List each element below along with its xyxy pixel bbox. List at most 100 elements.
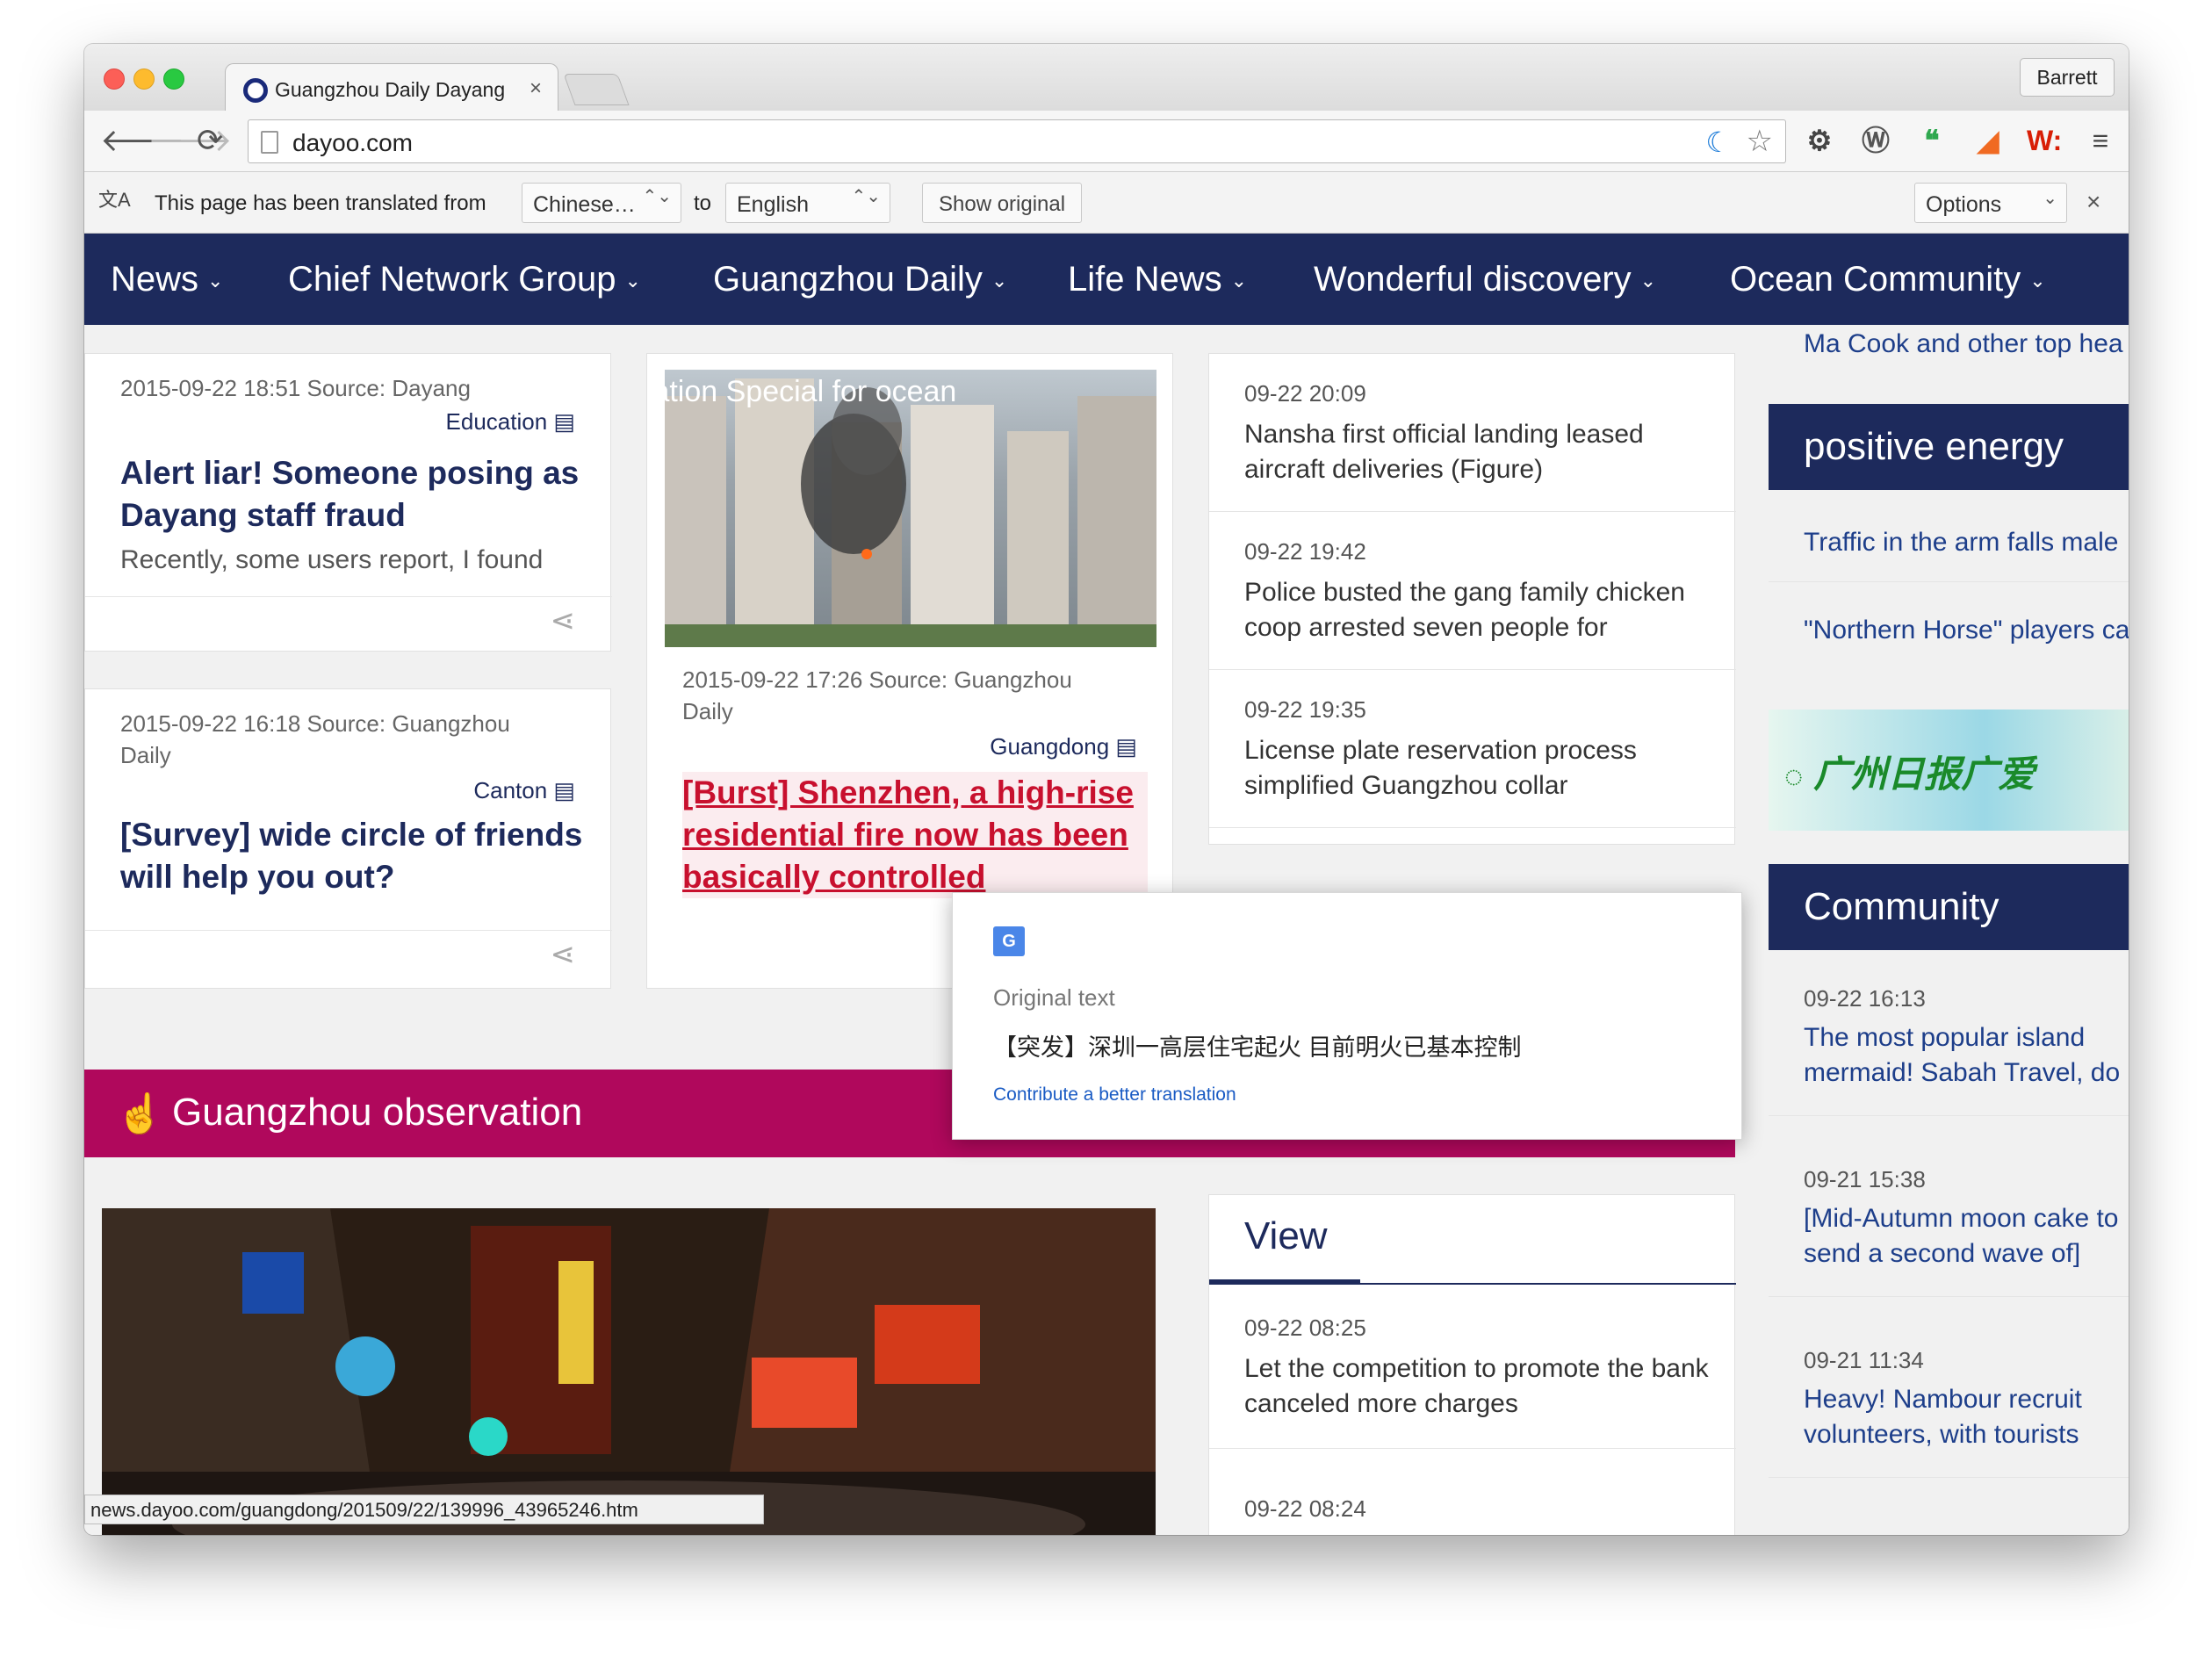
contribute-translation-link[interactable]: Contribute a better translation bbox=[993, 1084, 1236, 1106]
category-tag[interactable]: Education ▤ bbox=[446, 408, 575, 436]
zoom-window-button[interactable] bbox=[163, 68, 184, 90]
tab-close-icon[interactable]: × bbox=[530, 76, 542, 101]
nav-item-life-news[interactable]: Life News ⌄ bbox=[1068, 260, 1247, 299]
translate-infobar: 文A This page has been translated from Ch… bbox=[84, 172, 2129, 234]
weibo-w-icon[interactable]: W: bbox=[2027, 123, 2062, 158]
fire-building-photo[interactable]: station Special for ocean bbox=[665, 370, 1156, 647]
close-window-button[interactable] bbox=[104, 68, 125, 90]
title-bar: Guangzhou Daily Dayang × Barrett bbox=[84, 44, 2129, 114]
view-item-headline[interactable]: Let the competition to promote the bank … bbox=[1244, 1351, 1718, 1422]
item-time: 09-22 19:35 bbox=[1244, 696, 1366, 723]
chevron-down-icon: ⌄ bbox=[1639, 270, 1657, 292]
show-original-button[interactable]: Show original bbox=[922, 183, 1083, 223]
article-meta-source: Daily bbox=[120, 742, 171, 768]
category-tag[interactable]: Guangdong ▤ bbox=[990, 733, 1137, 760]
nav-item-label: Guangzhou Daily bbox=[713, 260, 983, 299]
category-label: Education bbox=[445, 408, 548, 435]
chevron-down-icon: ⌄ bbox=[1230, 270, 1248, 292]
guangzhou-daily-banner[interactable]: ◌ 广州日报广爱 bbox=[1769, 710, 2129, 831]
nav-item-label: Ocean Community bbox=[1730, 260, 2021, 299]
profile-button[interactable]: Barrett bbox=[2020, 58, 2115, 97]
reload-icon[interactable]: ⟳ bbox=[197, 121, 223, 160]
chevron-down-icon: ⌄ bbox=[991, 270, 1008, 292]
nav-item-wonderful-discovery[interactable]: Wonderful discovery ⌄ bbox=[1314, 260, 1656, 299]
nav-item-chief-network-group[interactable]: Chief Network Group ⌄ bbox=[288, 260, 641, 299]
article-headline[interactable]: Alert liar! Someone posing as Dayang sta… bbox=[120, 452, 586, 537]
community-link[interactable]: The most popular island mermaid! Sabah T… bbox=[1804, 1020, 2129, 1091]
hangouts-icon[interactable]: ❝ bbox=[1914, 123, 1949, 158]
article-headline[interactable]: [Survey] wide circle of friends will hel… bbox=[120, 814, 586, 898]
chevron-down-icon: ⌄ bbox=[2029, 270, 2046, 292]
translation-popup: G Original text 【突发】深圳一高层住宅起火 目前明火已基本控制 … bbox=[952, 892, 1742, 1140]
close-translate-bar-icon[interactable]: × bbox=[2086, 188, 2100, 216]
community-link[interactable]: Heavy! Nambour recruit volunteers, with … bbox=[1804, 1382, 2129, 1452]
chart-icon[interactable]: ◢ bbox=[1971, 123, 2006, 158]
address-bar[interactable]: dayoo.com ☾ ☆ bbox=[248, 119, 1786, 163]
site-navigation: News ⌄ Chief Network Group ⌄ Guangzhou Daily… bbox=[84, 234, 2129, 325]
street-photo[interactable] bbox=[102, 1208, 1156, 1535]
article-headline-hovered[interactable]: [Burst] Shenzhen, a high-rise residentia… bbox=[682, 772, 1148, 898]
view-item-headline[interactable]: Let violence become afraid to touch bbox=[1244, 1532, 1718, 1535]
options-select[interactable]: Options ⌄ bbox=[1914, 183, 2067, 223]
hand-pointer-icon: ☝ bbox=[116, 1092, 164, 1135]
source-language-select[interactable]: Chinese… ⌃⌄ bbox=[522, 183, 681, 223]
list-item[interactable]: 09-22 20:09 Nansha first official landing… bbox=[1209, 354, 1736, 512]
nav-item-guangzhou-daily[interactable]: Guangzhou Daily ⌄ bbox=[713, 260, 1007, 299]
right-column-cutoff-link[interactable]: Ma Cook and other top hea bbox=[1804, 327, 2123, 362]
status-bar-url: news.dayoo.com/guangdong/201509/22/13999… bbox=[84, 1495, 764, 1524]
photo-overlay-caption: station Special for ocean bbox=[665, 375, 957, 408]
item-time: 09-22 19:42 bbox=[1244, 538, 1366, 565]
section-title: Guangzhou observation bbox=[172, 1091, 583, 1134]
list-item[interactable]: 09-22 19:42 Police busted the gang family… bbox=[1209, 512, 1736, 670]
nav-item-news[interactable]: News ⌄ bbox=[111, 260, 223, 299]
view-underline-active bbox=[1209, 1279, 1360, 1285]
section-header-positive-energy[interactable]: positive energy bbox=[1769, 404, 2129, 490]
divider bbox=[1209, 1448, 1736, 1449]
article-meta-source: Daily bbox=[682, 698, 733, 724]
divider bbox=[1769, 1115, 2129, 1116]
translate-icon: 文A bbox=[98, 189, 131, 211]
article-card[interactable]: 2015-09-22 18:51 Source: Dayang Educatio… bbox=[84, 353, 612, 652]
news-list: 09-22 20:09 Nansha first official landing… bbox=[1208, 353, 1736, 845]
google-translate-icon: G bbox=[993, 926, 1025, 956]
chevron-down-icon: ⌄ bbox=[624, 270, 641, 292]
item-headline[interactable]: License plate reservation process simpli… bbox=[1244, 733, 1718, 803]
share-icon[interactable]: ⋖ bbox=[551, 603, 576, 638]
gear-icon[interactable]: ⚙ bbox=[1802, 123, 1837, 158]
section-header-community[interactable]: Community bbox=[1769, 864, 2129, 950]
divider bbox=[1209, 827, 1736, 828]
item-time: 09-22 08:24 bbox=[1244, 1495, 1366, 1522]
minimize-window-button[interactable] bbox=[133, 68, 155, 90]
browser-tab[interactable]: Guangzhou Daily Dayang × bbox=[225, 63, 558, 114]
menu-icon[interactable]: ≡ bbox=[2083, 123, 2118, 158]
sidebar-link[interactable]: "Northern Horse" players ca bbox=[1804, 613, 2129, 648]
community-link[interactable]: [Mid-Autumn moon cake to send a second w… bbox=[1804, 1201, 2129, 1271]
item-headline[interactable]: Nansha first official landing leased air… bbox=[1244, 417, 1718, 487]
article-card[interactable]: 2015-09-22 16:18 Source: Guangzhou Daily… bbox=[84, 688, 612, 989]
select-arrows-icon: ⌃⌄ bbox=[851, 187, 881, 206]
nav-item-ocean-community[interactable]: Ocean Community ⌄ bbox=[1730, 260, 2046, 299]
chevron-down-icon: ⌄ bbox=[207, 270, 224, 292]
article-meta: 2015-09-22 18:51 Source: Dayang bbox=[120, 375, 471, 401]
category-label: Canton bbox=[473, 777, 548, 803]
sidebar-link[interactable]: Traffic in the arm falls male bbox=[1804, 525, 2118, 560]
banner-text: ◌ 广州日报广爱 bbox=[1784, 745, 2035, 798]
original-text: 【突发】深圳一高层住宅起火 目前明火已基本控制 bbox=[993, 1034, 1522, 1061]
item-headline[interactable]: Police busted the gang family chicken co… bbox=[1244, 575, 1718, 645]
photo-illustration bbox=[102, 1208, 1156, 1535]
bookmark-star-icon[interactable]: ☆ bbox=[1747, 124, 1773, 159]
category-tag[interactable]: Canton ▤ bbox=[473, 777, 575, 804]
moon-extension-icon[interactable]: ☾ bbox=[1705, 126, 1731, 159]
list-item[interactable]: 09-22 19:35 License plate reservation pro… bbox=[1209, 670, 1736, 828]
new-tab-button[interactable] bbox=[563, 74, 630, 105]
source-language-value: Chinese… bbox=[533, 192, 636, 217]
w-circle-icon[interactable]: Ⓦ bbox=[1858, 123, 1893, 158]
target-language-select[interactable]: English ⌃⌄ bbox=[725, 183, 890, 223]
url-text[interactable]: dayoo.com bbox=[292, 129, 413, 157]
item-time: 09-21 11:34 bbox=[1804, 1347, 1924, 1373]
share-icon[interactable]: ⋖ bbox=[551, 937, 576, 972]
divider bbox=[1769, 1477, 2129, 1478]
original-text-label: Original text bbox=[993, 984, 1115, 1011]
item-time: 09-22 16:13 bbox=[1804, 985, 1926, 1012]
divider bbox=[1769, 581, 2129, 582]
